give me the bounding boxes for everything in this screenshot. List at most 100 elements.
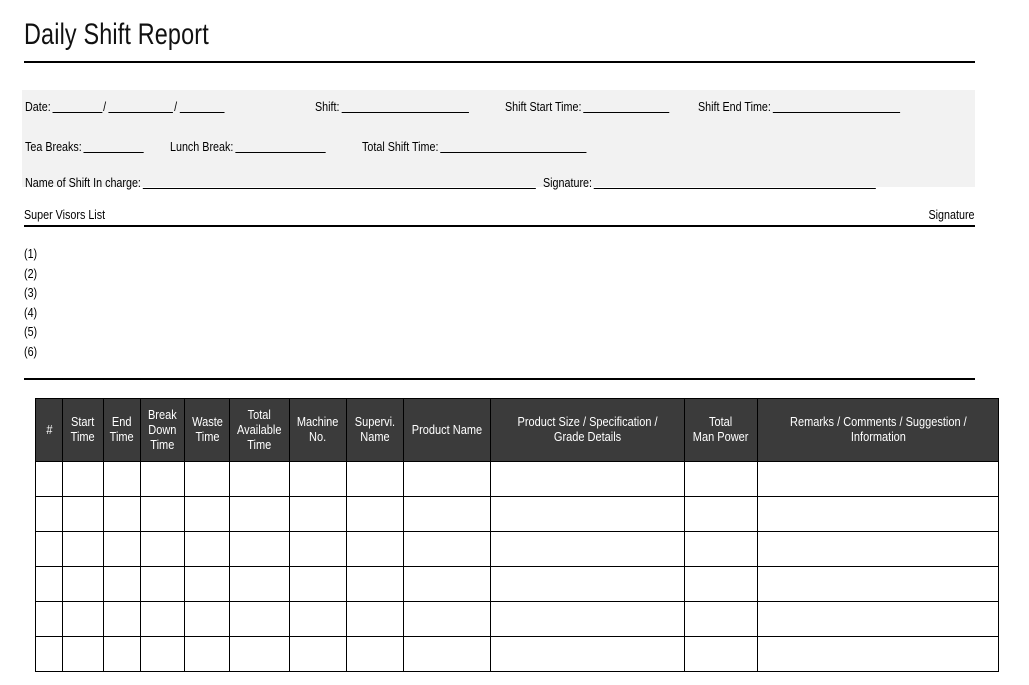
shift-in-charge-field[interactable]: Name of Shift In charge: bbox=[25, 176, 536, 190]
cell-supervisor-name[interactable] bbox=[346, 601, 404, 637]
cell-break-down-time[interactable] bbox=[140, 461, 185, 497]
cell-total-man-power[interactable] bbox=[684, 531, 758, 567]
shift-start-time-blank[interactable] bbox=[583, 100, 670, 113]
tea-breaks-field[interactable]: Tea Breaks: bbox=[25, 140, 144, 154]
cell-product-name[interactable] bbox=[403, 531, 491, 567]
cell-product-size[interactable] bbox=[490, 566, 685, 602]
cell-end-time[interactable] bbox=[103, 601, 141, 637]
cell-end-time[interactable] bbox=[103, 496, 141, 532]
cell-product-name[interactable] bbox=[403, 601, 491, 637]
cell-supervisor-name[interactable] bbox=[346, 496, 404, 532]
cell-start-time[interactable] bbox=[62, 566, 104, 602]
table-row[interactable] bbox=[35, 601, 999, 637]
cell-remarks[interactable] bbox=[757, 601, 999, 637]
date-day-blank[interactable] bbox=[52, 100, 103, 113]
cell-total-man-power[interactable] bbox=[684, 636, 758, 672]
cell-waste-time[interactable] bbox=[184, 496, 230, 532]
in-charge-signature-blank[interactable] bbox=[593, 176, 876, 189]
shift-in-charge-blank[interactable] bbox=[142, 176, 536, 189]
cell-break-down-time[interactable] bbox=[140, 566, 185, 602]
shift-end-time-field[interactable]: Shift End Time: bbox=[698, 100, 900, 114]
cell-start-time[interactable] bbox=[62, 636, 104, 672]
cell-total-available-time[interactable] bbox=[229, 566, 290, 602]
cell-end-time[interactable] bbox=[103, 566, 141, 602]
date-field[interactable]: Date: / / bbox=[25, 100, 225, 114]
cell-index[interactable] bbox=[35, 566, 63, 602]
cell-break-down-time[interactable] bbox=[140, 531, 185, 567]
list-item[interactable]: (1) bbox=[24, 245, 37, 265]
cell-total-man-power[interactable] bbox=[684, 496, 758, 532]
date-year-blank[interactable] bbox=[179, 100, 225, 113]
shift-end-time-blank[interactable] bbox=[772, 100, 900, 113]
cell-total-man-power[interactable] bbox=[684, 461, 758, 497]
cell-index[interactable] bbox=[35, 496, 63, 532]
cell-end-time[interactable] bbox=[103, 531, 141, 567]
cell-total-man-power[interactable] bbox=[684, 566, 758, 602]
list-item[interactable]: (5) bbox=[24, 323, 37, 343]
cell-machine-no[interactable] bbox=[289, 531, 347, 567]
cell-supervisor-name[interactable] bbox=[346, 636, 404, 672]
cell-waste-time[interactable] bbox=[184, 601, 230, 637]
cell-waste-time[interactable] bbox=[184, 461, 230, 497]
cell-remarks[interactable] bbox=[757, 636, 999, 672]
in-charge-signature-field[interactable]: Signature: bbox=[543, 176, 876, 190]
cell-product-name[interactable] bbox=[403, 636, 491, 672]
table-row[interactable] bbox=[35, 496, 999, 532]
cell-machine-no[interactable] bbox=[289, 601, 347, 637]
cell-start-time[interactable] bbox=[62, 496, 104, 532]
list-item[interactable]: (2) bbox=[24, 265, 37, 285]
total-shift-time-field[interactable]: Total Shift Time: bbox=[362, 140, 587, 154]
cell-total-available-time[interactable] bbox=[229, 531, 290, 567]
cell-machine-no[interactable] bbox=[289, 566, 347, 602]
cell-product-size[interactable] bbox=[490, 636, 685, 672]
cell-remarks[interactable] bbox=[757, 496, 999, 532]
cell-waste-time[interactable] bbox=[184, 566, 230, 602]
date-month-blank[interactable] bbox=[108, 100, 174, 113]
cell-total-available-time[interactable] bbox=[229, 461, 290, 497]
cell-supervisor-name[interactable] bbox=[346, 566, 404, 602]
cell-waste-time[interactable] bbox=[184, 531, 230, 567]
cell-product-size[interactable] bbox=[490, 601, 685, 637]
cell-supervisor-name[interactable] bbox=[346, 531, 404, 567]
cell-start-time[interactable] bbox=[62, 531, 104, 567]
cell-product-name[interactable] bbox=[403, 496, 491, 532]
cell-start-time[interactable] bbox=[62, 601, 104, 637]
cell-total-available-time[interactable] bbox=[229, 496, 290, 532]
cell-end-time[interactable] bbox=[103, 461, 141, 497]
lunch-break-field[interactable]: Lunch Break: bbox=[170, 140, 326, 154]
cell-total-man-power[interactable] bbox=[684, 601, 758, 637]
cell-index[interactable] bbox=[35, 461, 63, 497]
cell-product-name[interactable] bbox=[403, 566, 491, 602]
cell-total-available-time[interactable] bbox=[229, 601, 290, 637]
cell-product-size[interactable] bbox=[490, 461, 685, 497]
table-row[interactable] bbox=[35, 636, 999, 672]
total-shift-time-blank[interactable] bbox=[440, 140, 587, 153]
cell-remarks[interactable] bbox=[757, 531, 999, 567]
cell-machine-no[interactable] bbox=[289, 461, 347, 497]
table-row[interactable] bbox=[35, 566, 999, 602]
cell-break-down-time[interactable] bbox=[140, 636, 185, 672]
cell-break-down-time[interactable] bbox=[140, 496, 185, 532]
tea-breaks-blank[interactable] bbox=[83, 140, 144, 153]
lunch-break-blank[interactable] bbox=[235, 140, 326, 153]
cell-product-name[interactable] bbox=[403, 461, 491, 497]
cell-remarks[interactable] bbox=[757, 461, 999, 497]
list-item[interactable]: (3) bbox=[24, 284, 37, 304]
cell-end-time[interactable] bbox=[103, 636, 141, 672]
cell-start-time[interactable] bbox=[62, 461, 104, 497]
cell-product-size[interactable] bbox=[490, 531, 685, 567]
cell-product-size[interactable] bbox=[490, 496, 685, 532]
table-row[interactable] bbox=[35, 531, 999, 567]
cell-break-down-time[interactable] bbox=[140, 601, 185, 637]
cell-supervisor-name[interactable] bbox=[346, 461, 404, 497]
cell-waste-time[interactable] bbox=[184, 636, 230, 672]
cell-index[interactable] bbox=[35, 601, 63, 637]
shift-start-time-field[interactable]: Shift Start Time: bbox=[505, 100, 670, 114]
cell-index[interactable] bbox=[35, 531, 63, 567]
cell-machine-no[interactable] bbox=[289, 636, 347, 672]
table-row[interactable] bbox=[35, 461, 999, 497]
list-item[interactable]: (4) bbox=[24, 304, 37, 324]
shift-blank[interactable] bbox=[341, 100, 469, 113]
cell-index[interactable] bbox=[35, 636, 63, 672]
list-item[interactable]: (6) bbox=[24, 343, 37, 363]
